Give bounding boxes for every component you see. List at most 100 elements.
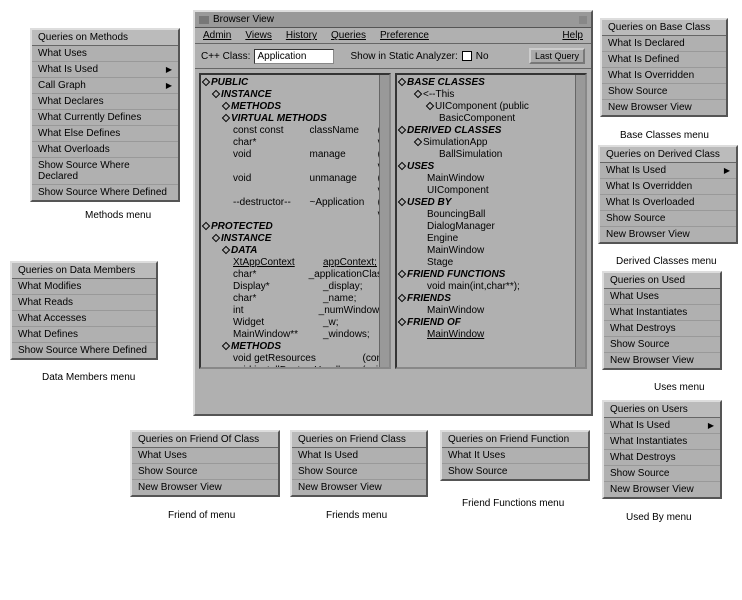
item[interactable]: MainWindow — [427, 329, 583, 341]
data-row[interactable]: MainWindow**_windows; — [233, 329, 387, 341]
method-row[interactable]: const const char*className( v — [233, 125, 387, 149]
menu-item[interactable]: What Is Used▶ — [32, 62, 178, 78]
diamond-icon — [414, 138, 422, 146]
data-row[interactable]: char*_applicationClass — [233, 269, 387, 281]
menu-item[interactable]: New Browser View — [132, 480, 278, 495]
item[interactable]: DialogManager — [427, 221, 583, 233]
item[interactable]: MainWindow — [427, 245, 583, 257]
method-row[interactable]: void getResources(cons — [233, 353, 387, 365]
menu-item[interactable]: What Modifies — [12, 279, 156, 295]
item[interactable]: UIComponent (public — [427, 101, 583, 113]
menu-item[interactable]: New Browser View — [600, 227, 736, 242]
item[interactable]: BallSimulation — [439, 149, 583, 161]
menu-item[interactable]: What Is Used — [292, 448, 426, 464]
menu-admin[interactable]: Admin — [203, 30, 231, 41]
menu-item[interactable]: What Reads — [12, 295, 156, 311]
menu-item[interactable]: Show Source — [602, 84, 726, 100]
item[interactable]: Engine — [427, 233, 583, 245]
window-min-icon[interactable] — [579, 16, 587, 24]
menu-item[interactable]: What It Uses — [442, 448, 588, 464]
item[interactable]: SimulationApp — [415, 137, 583, 149]
class-input[interactable] — [254, 49, 334, 64]
menu-item[interactable]: Show Source Where Defined — [12, 343, 156, 358]
data-row[interactable]: Widget_w; — [233, 317, 387, 329]
menu-item[interactable]: New Browser View — [604, 482, 720, 497]
show-in-checkbox[interactable] — [462, 51, 472, 61]
data-row[interactable]: Display*_display; — [233, 281, 387, 293]
menu-item[interactable]: New Browser View — [292, 480, 426, 495]
data-row[interactable]: char*_name; — [233, 293, 387, 305]
menu-item[interactable]: What Uses — [604, 289, 720, 305]
menu-label: Friend of menu — [168, 510, 235, 521]
menu-header: Queries on Friend Function — [442, 432, 588, 448]
menu-item[interactable]: Show Source — [292, 464, 426, 480]
item[interactable]: MainWindow — [427, 173, 583, 185]
menu-item[interactable]: What Instantiates — [604, 305, 720, 321]
submenu-arrow-icon: ▶ — [166, 65, 172, 74]
method-row[interactable]: --destructor--~Application( v — [233, 197, 387, 221]
menu-item[interactable]: What Is Used▶ — [604, 418, 720, 434]
menu-item[interactable]: What Instantiates — [604, 434, 720, 450]
menu-item[interactable]: Show Source — [132, 464, 278, 480]
data-row[interactable]: XtAppContextappContext; — [233, 257, 387, 269]
menu-item[interactable]: What Uses — [32, 46, 178, 62]
base-classes-menu: Queries on Base Class What Is Declared W… — [600, 18, 728, 117]
uses-menu: Queries on Used What Uses What Instantia… — [602, 271, 722, 370]
method-row[interactable]: voidunmanage( v — [233, 173, 387, 197]
menu-views[interactable]: Views — [245, 30, 272, 41]
data-row[interactable]: int_numWindows; — [233, 305, 387, 317]
menu-item[interactable]: What Is Overloaded — [600, 195, 736, 211]
menu-item[interactable]: What Destroys — [604, 450, 720, 466]
item[interactable]: MainWindow — [427, 305, 583, 317]
item[interactable]: BouncingBall — [427, 209, 583, 221]
menu-item[interactable]: What Is Defined — [602, 52, 726, 68]
menu-help[interactable]: Help — [562, 30, 583, 41]
menu-item[interactable]: What Else Defines — [32, 126, 178, 142]
scrollbar[interactable] — [575, 75, 585, 367]
menu-item[interactable]: What Overloads — [32, 142, 178, 158]
menu-item[interactable]: What Currently Defines — [32, 110, 178, 126]
method-row[interactable]: void installDestroyHandler(void) — [233, 365, 387, 369]
diamond-icon — [398, 318, 406, 326]
item[interactable]: <--This — [415, 89, 583, 101]
menu-item[interactable]: Show Source — [604, 337, 720, 353]
menu-history[interactable]: History — [286, 30, 317, 41]
menu-item[interactable]: Show Source Where Defined — [32, 185, 178, 200]
window-menu-icon[interactable] — [199, 16, 209, 24]
menu-item[interactable]: What Is Used▶ — [600, 163, 736, 179]
menu-item[interactable]: What Uses — [132, 448, 278, 464]
show-in-label: Show in Static Analyzer: — [350, 51, 457, 62]
menu-item[interactable]: What Accesses — [12, 311, 156, 327]
last-query-button[interactable]: Last Query — [529, 48, 585, 64]
menu-header: Queries on Derived Class — [600, 147, 736, 163]
menu-item[interactable]: Show Source — [442, 464, 588, 479]
menu-preference[interactable]: Preference — [380, 30, 429, 41]
menu-item[interactable]: New Browser View — [604, 353, 720, 368]
menu-label: Used By menu — [626, 512, 692, 523]
submenu-arrow-icon: ▶ — [166, 81, 172, 90]
menu-item[interactable]: Show Source — [604, 466, 720, 482]
diamond-icon — [222, 246, 230, 254]
menu-header: Queries on Methods — [32, 30, 178, 46]
method-row[interactable]: voidmanage( v — [233, 149, 387, 173]
menu-item[interactable]: Show Source Where Declared — [32, 158, 178, 185]
menu-item[interactable]: Show Source — [600, 211, 736, 227]
scrollbar[interactable] — [379, 75, 389, 367]
window-titlebar[interactable]: Browser View — [195, 12, 591, 28]
menu-item[interactable]: What Defines — [12, 327, 156, 343]
menu-item[interactable]: What Is Overridden — [600, 179, 736, 195]
item[interactable]: BasicComponent — [439, 113, 583, 125]
item[interactable]: UIComponent — [427, 185, 583, 197]
menu-item[interactable]: What Declares — [32, 94, 178, 110]
menu-item[interactable]: What Is Overridden — [602, 68, 726, 84]
menu-queries[interactable]: Queries — [331, 30, 366, 41]
menu-item[interactable]: What Destroys — [604, 321, 720, 337]
diamond-icon — [212, 90, 220, 98]
menu-item[interactable]: What Is Declared — [602, 36, 726, 52]
diamond-icon — [222, 102, 230, 110]
item[interactable]: void main(int,char**); — [427, 281, 583, 293]
item[interactable]: Stage — [427, 257, 583, 269]
menu-item[interactable]: New Browser View — [602, 100, 726, 115]
submenu-arrow-icon: ▶ — [708, 421, 714, 430]
menu-item[interactable]: Call Graph▶ — [32, 78, 178, 94]
